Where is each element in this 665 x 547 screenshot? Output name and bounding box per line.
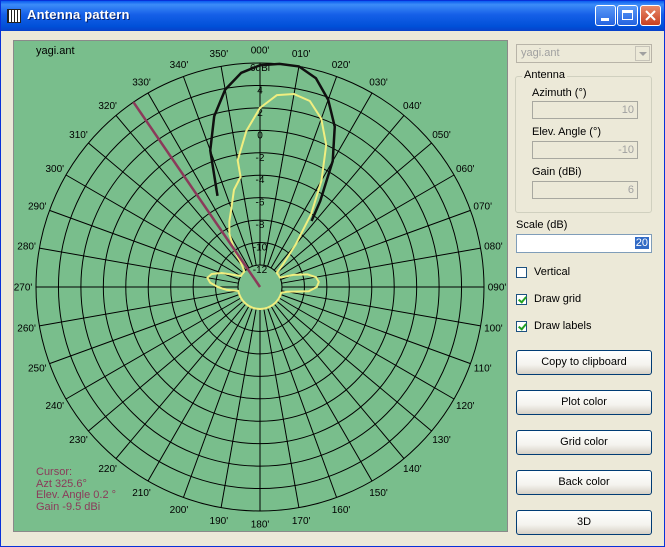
copy-to-clipboard-button[interactable]: Copy to clipboard	[516, 350, 652, 375]
azimuth-label: Azimuth (°)	[532, 87, 587, 99]
polar-plot-area[interactable]: 6dBi 4 2 0 -2 -4 -6 -8 -10 -12 000' 010' 020' 030' 040…	[13, 40, 508, 532]
radial-db-label: -10	[253, 243, 268, 254]
grid-spoke	[39, 290, 239, 327]
radial-db-label: 0	[257, 130, 263, 141]
antenna-pattern-curve	[206, 93, 328, 310]
gain-field[interactable]: 6	[532, 181, 638, 199]
3d-button[interactable]: 3D	[516, 510, 652, 535]
polar-plot[interactable]: 6dBi420-2-4-6-8-10-12000' 010'020'030'040…	[14, 41, 507, 531]
scale-label: Scale (dB)	[516, 219, 568, 231]
azimuth-angle-label: 130'	[432, 435, 451, 446]
radial-db-label: -6	[256, 198, 265, 209]
azimuth-angle-label: 000'	[251, 46, 270, 57]
azimuth-angle-label: 280'	[17, 241, 36, 252]
azimuth-angle-label: 120'	[456, 401, 475, 412]
antenna-group-title: Antenna	[522, 69, 567, 81]
cursor-readout: Cursor: Azt 325.6° Elev. Angle 0.2 ° Gai…	[36, 466, 117, 513]
cursor-elevation-readout: Elev. Angle 0.2 °	[36, 489, 117, 501]
maximize-icon	[622, 10, 633, 20]
maximize-button[interactable]	[617, 5, 638, 26]
azimuth-angle-label: 040'	[403, 101, 422, 112]
azimuth-angle-label: 110'	[474, 364, 492, 375]
azimuth-field[interactable]: 10	[532, 101, 638, 119]
azimuth-angle-label: 180'	[251, 520, 270, 531]
azimuth-angle-label: 050'	[432, 130, 451, 141]
draw-labels-checkbox[interactable]	[516, 321, 527, 332]
back-color-button[interactable]: Back color	[516, 470, 652, 495]
azimuth-angle-label: 020'	[332, 60, 351, 71]
radial-db-label: -2	[256, 153, 265, 164]
close-icon	[645, 10, 656, 21]
azimuth-angle-label: 290'	[28, 201, 47, 212]
chevron-down-icon[interactable]	[635, 46, 650, 61]
gain-label: Gain (dBi)	[532, 166, 582, 178]
draw-grid-checkbox[interactable]	[516, 294, 527, 305]
close-button[interactable]	[640, 5, 661, 26]
plot-file-label: yagi.ant	[36, 45, 75, 57]
azimuth-angle-label: 340'	[170, 60, 189, 71]
azimuth-angle-label: 200'	[170, 505, 189, 516]
azimuth-angle-label: 070'	[473, 201, 492, 212]
grid-spoke	[88, 300, 244, 432]
file-select[interactable]: yagi.ant	[516, 44, 652, 63]
radial-db-label: -12	[253, 265, 268, 276]
azimuth-angle-label: 230'	[69, 435, 88, 446]
grid-spoke	[88, 142, 244, 274]
elevation-label: Elev. Angle (°)	[532, 126, 602, 138]
azimuth-angle-label: 320'	[98, 101, 117, 112]
azimuth-angle-label: 030'	[369, 77, 388, 88]
antenna-pattern-window: Antenna pattern 6dBi 4 2 0 -2 -4 -6 -8 -10 -12 000…	[0, 0, 665, 547]
grid-color-button[interactable]: Grid color	[516, 430, 652, 455]
azimuth-angle-label: 190'	[210, 516, 229, 527]
azimuth-angle-label: 160'	[332, 505, 351, 516]
vertical-checkbox[interactable]	[516, 267, 527, 278]
minimize-icon	[601, 18, 609, 21]
elevation-field[interactable]: -10	[532, 141, 638, 159]
draw-grid-label[interactable]: Draw grid	[534, 293, 581, 305]
radial-db-label: -4	[256, 175, 265, 186]
azimuth-angle-label: 270'	[14, 283, 32, 294]
azimuth-angle-label: 240'	[45, 401, 64, 412]
azimuth-angle-label: 140'	[403, 464, 422, 475]
azimuth-angle-label: 010'	[292, 49, 311, 60]
grid-spoke	[115, 303, 247, 459]
azimuth-angle-label: 060'	[456, 164, 475, 175]
azimuth-angle-label: 250'	[28, 364, 47, 375]
radial-db-label: -8	[256, 220, 265, 231]
azimuth-angle-label: 170'	[292, 516, 311, 527]
window-title: Antenna pattern	[27, 7, 130, 22]
draw-labels-label[interactable]: Draw labels	[534, 320, 591, 332]
scale-input[interactable]: 20	[516, 234, 652, 253]
grid-spoke	[281, 247, 481, 284]
minimize-button[interactable]	[595, 5, 616, 26]
azimuth-angle-label: 210'	[132, 488, 151, 499]
azimuth-angle-label: 350'	[210, 49, 229, 60]
grid-spoke	[276, 300, 432, 432]
azimuth-angle-label: 150'	[369, 488, 388, 499]
grid-spoke	[263, 308, 300, 508]
grid-spoke	[263, 66, 300, 266]
azimuth-angle-label: 080'	[484, 241, 503, 252]
azimuth-angle-label: 300'	[45, 164, 64, 175]
radial-db-label: 4	[257, 85, 263, 96]
grid-spoke	[220, 308, 257, 508]
azimuth-angle-label: 090'	[488, 283, 507, 294]
azimuth-angle-label: 330'	[132, 77, 151, 88]
plot-color-button[interactable]: Plot color	[516, 390, 652, 415]
app-grid-icon[interactable]	[7, 9, 21, 23]
cursor-line	[132, 101, 262, 288]
grid-spoke	[115, 115, 247, 271]
title-bar[interactable]: Antenna pattern	[1, 1, 664, 31]
cursor-gain-readout: Gain -9.5 dBi	[36, 500, 101, 513]
grid-spoke	[276, 142, 432, 274]
azimuth-angle-label: 100'	[484, 324, 503, 335]
azimuth-angle-label: 310'	[69, 130, 88, 141]
grid-spoke	[281, 290, 481, 327]
azimuth-angle-label: 260'	[17, 324, 36, 335]
grid-spoke	[273, 303, 405, 459]
vertical-label[interactable]: Vertical	[534, 266, 570, 278]
cursor-readout-title: Cursor:	[36, 466, 73, 478]
file-select-value: yagi.ant	[521, 47, 560, 59]
scale-value: 20	[634, 237, 649, 249]
